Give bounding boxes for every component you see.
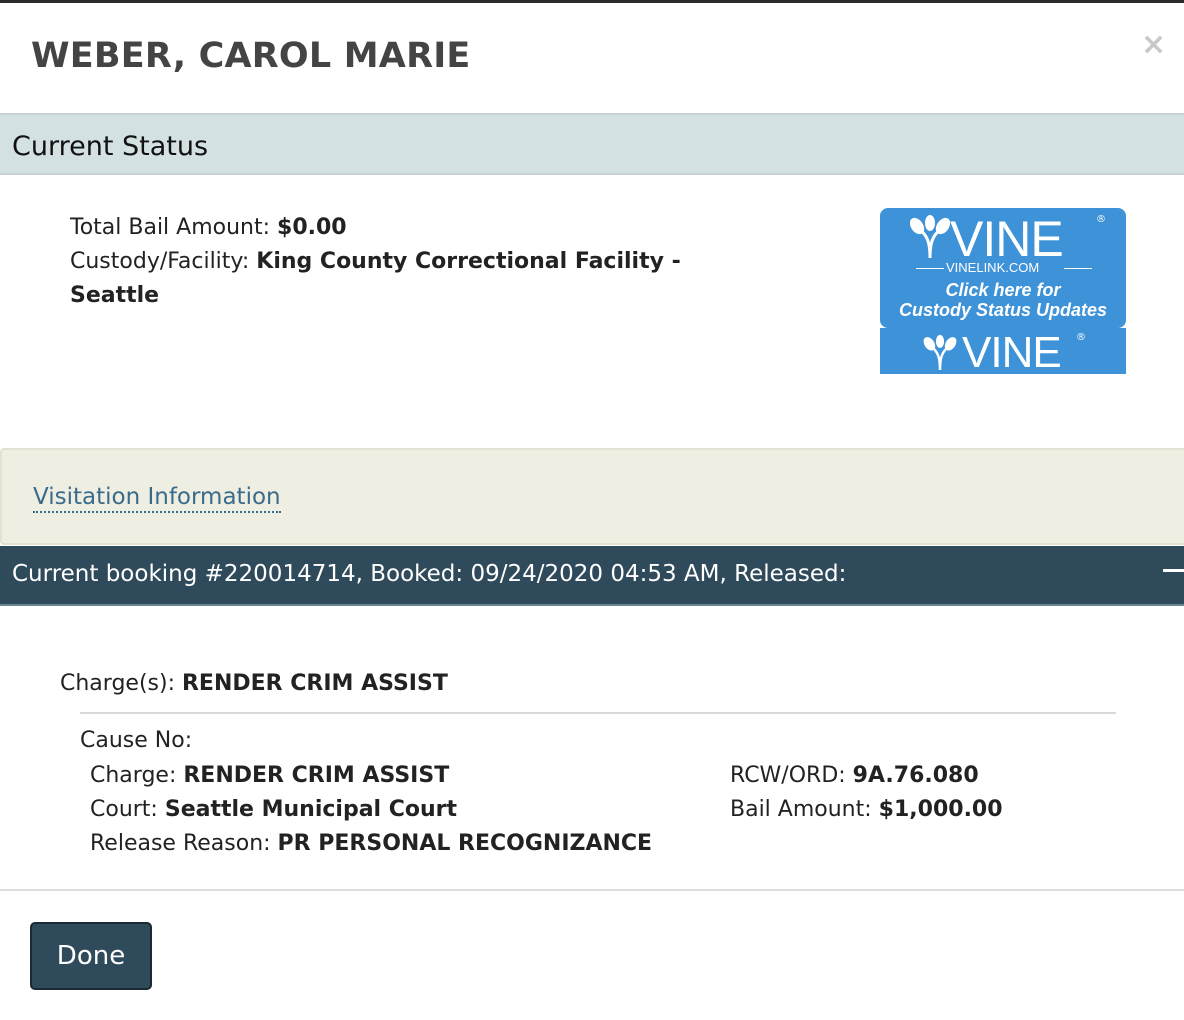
cause-label: Cause No: <box>80 728 193 753</box>
current-status-header: Current Status <box>0 113 1184 175</box>
charge-details-right: RCW/ORD: 9A.76.080 Bail Amount: $1,000.0… <box>730 759 1003 827</box>
vine-url-line-left <box>916 268 944 269</box>
charge-details-left: Charge: RENDER CRIM ASSIST Court: Seattl… <box>90 759 652 861</box>
rcw-value: 9A.76.080 <box>852 763 979 788</box>
vine-leaf-icon <box>910 215 950 258</box>
custody-value-line1: King County Correctional Facility - <box>256 249 681 274</box>
charges-row: Charge(s): RENDER CRIM ASSIST <box>60 671 448 696</box>
total-bail-row: Total Bail Amount: $0.00 <box>70 211 681 245</box>
custody-row-continued: Seattle <box>70 279 681 313</box>
done-button[interactable]: Done <box>30 922 152 990</box>
visitation-information-link[interactable]: Visitation Information <box>33 484 281 513</box>
booking-header[interactable]: Current booking #220014714, Booked: 09/2… <box>0 546 1184 606</box>
custody-value-line2: Seattle <box>70 283 160 308</box>
footer-divider <box>0 889 1184 891</box>
current-status-body: Total Bail Amount: $0.00 Custody/Facilit… <box>70 211 681 313</box>
charges-value: RENDER CRIM ASSIST <box>181 671 448 696</box>
rcw-label: RCW/ORD: <box>730 763 846 788</box>
cause-number-row: Cause No: <box>80 728 192 753</box>
vine-banner-link[interactable]: VINE ® VINELINK.COM Click here for Custo… <box>880 208 1126 377</box>
vine-registered-mark-small: ® <box>1076 332 1086 343</box>
vine-url-text: VINELINK.COM <box>946 260 1040 275</box>
court-row: Court: Seattle Municipal Court <box>90 793 652 827</box>
booking-header-text: Current booking #220014714, Booked: 09/2… <box>12 561 847 587</box>
visitation-panel: Visitation Information <box>0 448 1184 545</box>
release-reason-row: Release Reason: PR PERSONAL RECOGNIZANCE <box>90 827 652 861</box>
court-label: Court: <box>90 797 158 822</box>
custody-label: Custody/Facility: <box>70 249 250 274</box>
current-status-heading: Current Status <box>12 131 209 162</box>
close-icon[interactable]: × <box>1141 30 1166 60</box>
vine-leaf-icon-small <box>923 334 957 370</box>
vine-banner-top: VINE ® VINELINK.COM Click here for Custo… <box>880 208 1126 328</box>
charge-label: Charge: <box>90 763 177 788</box>
total-bail-label: Total Bail Amount: <box>70 215 271 240</box>
vine-call-to-action: Click here for Custody Status Updates <box>880 280 1126 320</box>
vine-url-line-right <box>1064 268 1092 269</box>
rcw-row: RCW/ORD: 9A.76.080 <box>730 759 1003 793</box>
bail-amount-value: $1,000.00 <box>878 797 1003 822</box>
collapse-icon[interactable] <box>1163 569 1184 572</box>
charge-value: RENDER CRIM ASSIST <box>183 763 450 788</box>
total-bail-value: $0.00 <box>277 215 347 240</box>
charge-row: Charge: RENDER CRIM ASSIST <box>90 759 652 793</box>
vine-cta-line2: Custody Status Updates <box>898 300 1108 320</box>
vine-banner-bottom: VINE ® <box>880 328 1126 377</box>
vine-registered-mark: ® <box>1096 214 1106 225</box>
release-reason-label: Release Reason: <box>90 831 271 856</box>
inmate-name-title: WEBER, CAROL MARIE <box>31 36 471 76</box>
vine-cta-line1: Click here for <box>945 280 1061 300</box>
custody-row: Custody/Facility: King County Correction… <box>70 245 681 279</box>
vine-logo-text-small: VINE <box>962 328 1062 377</box>
release-reason-value: PR PERSONAL RECOGNIZANCE <box>277 831 653 856</box>
court-value: Seattle Municipal Court <box>164 797 458 822</box>
charges-divider <box>80 712 1116 714</box>
bail-amount-row: Bail Amount: $1,000.00 <box>730 793 1003 827</box>
charges-label: Charge(s): <box>60 671 175 696</box>
bail-amount-label: Bail Amount: <box>730 797 872 822</box>
top-border <box>0 0 1184 3</box>
